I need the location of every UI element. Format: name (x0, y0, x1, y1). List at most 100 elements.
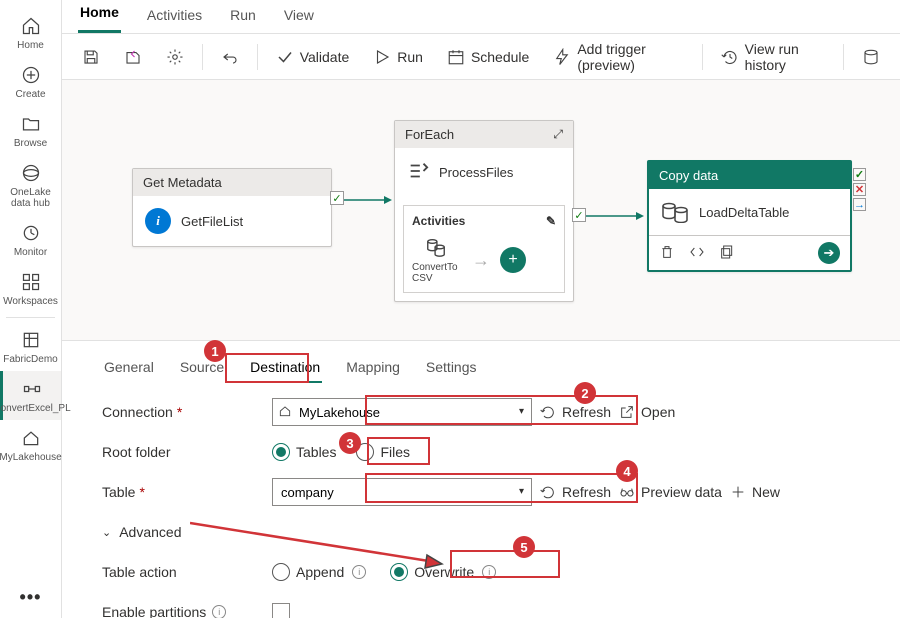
node-get-metadata[interactable]: Get Metadata iGetFileList (132, 168, 332, 247)
collapse-icon[interactable]: ⤢ (553, 127, 563, 142)
open-button[interactable]: Open (619, 404, 675, 420)
plus-icon (730, 484, 746, 500)
node-foreach[interactable]: ForEach⤢ ProcessFiles Activities✎ Conver… (394, 120, 574, 302)
properties-panel: General Source Destination Mapping Setti… (62, 340, 900, 618)
tab-general[interactable]: General (102, 353, 156, 383)
nav-onelake[interactable]: OneLake data hub (0, 155, 61, 215)
code-icon[interactable] (689, 244, 705, 263)
nav-workspaces[interactable]: Workspaces (0, 264, 61, 313)
lakehouse-icon (19, 426, 43, 450)
save-button[interactable] (72, 42, 110, 72)
radio-append[interactable]: Appendi (272, 563, 366, 581)
nav-fabricdemo[interactable]: FabricDemo (0, 322, 61, 371)
new-button[interactable]: New (730, 484, 780, 500)
refresh-table-button[interactable]: Refresh (540, 484, 611, 500)
check-icon: ✓ (330, 191, 344, 205)
delete-icon[interactable] (659, 244, 675, 263)
toptab-activities[interactable]: Activities (145, 0, 204, 33)
connection-label: Connection (102, 404, 173, 420)
nav-browse[interactable]: Browse (0, 106, 61, 155)
preview-data-button[interactable]: Preview data (619, 484, 722, 500)
database-icon (862, 48, 880, 66)
copy-icon (425, 236, 449, 260)
node-header: Copy data (649, 162, 850, 189)
help-icon[interactable]: i (212, 605, 226, 618)
nav-mylakehouse[interactable]: MyLakehouse (0, 420, 61, 469)
discard-icon (124, 48, 142, 66)
help-icon[interactable]: i (482, 565, 496, 579)
nav-more[interactable]: ••• (20, 587, 42, 608)
help-icon[interactable]: i (352, 565, 366, 579)
table-action-label: Table action (102, 564, 177, 580)
settings-button[interactable] (156, 42, 194, 72)
pipeline-canvas[interactable]: Get Metadata iGetFileList ✓ ForEach⤢ Pro… (62, 80, 900, 340)
monitor-icon (19, 221, 43, 245)
table-label: Table (102, 484, 135, 500)
enable-partitions-label: Enable partitions (102, 604, 206, 618)
node-copy-data[interactable]: Copy data LoadDeltaTable ➔ (647, 160, 852, 272)
toolbar: Validate Run Schedule Add trigger (previ… (62, 34, 900, 80)
connector (344, 195, 399, 218)
edit-icon[interactable]: ✎ (546, 214, 556, 228)
discard-button[interactable] (114, 42, 152, 72)
toptab-view[interactable]: View (282, 0, 316, 33)
foreach-icon (407, 160, 429, 185)
onelake-icon (19, 161, 43, 185)
enable-partitions-checkbox[interactable] (272, 603, 290, 618)
activity-converttocsv[interactable]: ConvertTo CSV (412, 236, 462, 284)
node-name: ProcessFiles (439, 165, 513, 180)
copy-icon (661, 201, 689, 223)
connection-select[interactable] (272, 398, 532, 426)
ribbon-tabs: Home Activities Run View (62, 0, 900, 34)
tab-destination[interactable]: Destination (248, 353, 322, 383)
check-icon (276, 48, 294, 66)
radio-tables[interactable]: Tables (272, 443, 336, 461)
nav-monitor[interactable]: Monitor (0, 215, 61, 264)
schedule-button[interactable]: Schedule (437, 42, 539, 72)
add-activity-button[interactable]: + (500, 247, 526, 273)
view-run-history-button[interactable]: View run history (711, 35, 836, 79)
lightning-icon (553, 48, 571, 66)
home-icon (19, 14, 43, 38)
nav-convertexcel[interactable]: ConvertExcel_PL (0, 371, 61, 420)
toptab-home[interactable]: Home (78, 0, 121, 33)
run-button[interactable]: Run (363, 42, 433, 72)
history-icon (721, 48, 739, 66)
radio-overwrite[interactable]: Overwritei (390, 563, 496, 581)
glasses-icon (619, 484, 635, 500)
save-icon (82, 48, 100, 66)
node-name: GetFileList (181, 214, 243, 229)
arrow-button[interactable]: ➔ (818, 242, 840, 264)
nav-home[interactable]: Home (0, 8, 61, 57)
check-icon: ✓ (572, 208, 586, 222)
workspaces-icon (19, 270, 43, 294)
arrow-right-icon: → (472, 250, 490, 271)
pipeline-icon (20, 377, 44, 401)
refresh-icon (540, 484, 556, 500)
tab-source[interactable]: Source (178, 353, 226, 383)
connector (586, 208, 651, 231)
table-select[interactable] (272, 478, 532, 506)
validate-button[interactable]: Validate (266, 42, 360, 72)
advanced-toggle[interactable]: ⌄Advanced (102, 524, 272, 540)
plus-circle-icon (19, 63, 43, 87)
clone-icon[interactable] (719, 244, 735, 263)
play-icon (373, 48, 391, 66)
node-header: ForEach⤢ (395, 121, 573, 148)
tab-mapping[interactable]: Mapping (344, 353, 402, 383)
toptab-run[interactable]: Run (228, 0, 258, 33)
workspace-icon (19, 328, 43, 352)
undo-button[interactable] (211, 42, 249, 72)
undo-icon (221, 48, 239, 66)
refresh-button[interactable]: Refresh (540, 404, 611, 420)
tab-settings[interactable]: Settings (424, 353, 479, 383)
root-folder-label: Root folder (102, 444, 170, 460)
add-trigger-button[interactable]: Add trigger (preview) (543, 35, 693, 79)
radio-files[interactable]: Files (356, 443, 410, 461)
nav-create[interactable]: Create (0, 57, 61, 106)
gear-icon (166, 48, 184, 66)
more-toolbar[interactable] (852, 42, 890, 72)
status-fail: ✕ (853, 183, 866, 196)
status-success: ✓ (853, 168, 866, 181)
open-icon (619, 404, 635, 420)
